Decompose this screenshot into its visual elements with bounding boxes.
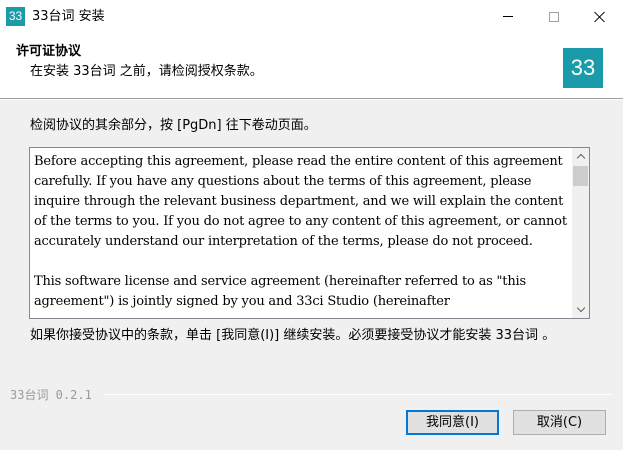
minimize-icon: [503, 16, 513, 17]
instruction-text: 检阅协议的其余部分，按 [PgDn] 往下卷动页面。: [30, 118, 317, 133]
license-text: Before accepting this agreement, please …: [34, 154, 567, 309]
footer: 33台词 0.2.1 我同意(I) 取消(C): [0, 378, 623, 450]
page-title: 许可证协议: [16, 44, 82, 59]
title-bar: 33 33台词 安装: [0, 0, 623, 33]
content-area: 检阅协议的其余部分，按 [PgDn] 往下卷动页面。 Before accept…: [0, 100, 623, 378]
scroll-thumb[interactable]: [573, 166, 588, 186]
vertical-scrollbar[interactable]: [572, 148, 589, 318]
brand-logo: 33: [563, 48, 603, 88]
version-label: 33台词 0.2.1: [10, 388, 92, 402]
close-icon: [594, 11, 606, 23]
cancel-button[interactable]: 取消(C): [513, 410, 606, 435]
scroll-up-button[interactable]: [572, 148, 589, 165]
chevron-up-icon: [576, 153, 585, 163]
window-title: 33台词 安装: [32, 9, 105, 24]
chevron-down-icon: [576, 303, 585, 313]
page-header: 许可证协议 在安装 33台词 之前，请检阅授权条款。 33: [0, 33, 623, 99]
maximize-button: [531, 0, 577, 33]
scroll-down-button[interactable]: [572, 301, 589, 318]
agree-button[interactable]: 我同意(I): [406, 410, 499, 435]
close-button[interactable]: [577, 0, 623, 33]
page-subtitle: 在安装 33台词 之前，请检阅授权条款。: [30, 64, 263, 79]
minimize-button[interactable]: [485, 0, 531, 33]
app-icon: 33: [6, 7, 25, 26]
footer-divider: [104, 394, 613, 395]
agree-note: 如果你接受协议中的条款，单击 [我同意(I)] 继续安装。必须要接受协议才能安装…: [30, 328, 556, 343]
license-textbox[interactable]: Before accepting this agreement, please …: [29, 147, 590, 319]
maximize-icon: [549, 11, 559, 22]
